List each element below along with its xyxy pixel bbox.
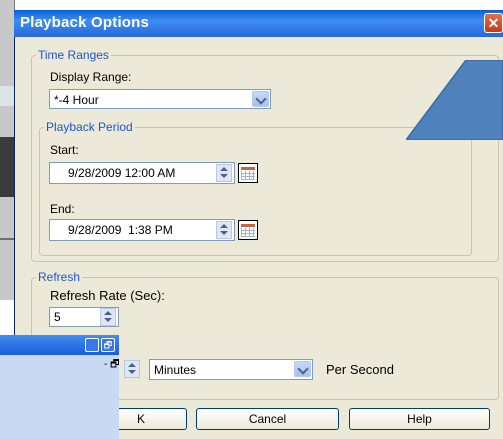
dialog-title: Playback Options xyxy=(20,14,150,31)
spin-up-icon xyxy=(128,363,136,367)
start-datetime-field[interactable]: 9/28/2009 12:00 AM xyxy=(49,162,235,184)
start-calendar-button[interactable] xyxy=(238,163,258,183)
end-datetime-value: 9/28/2009 1:38 PM xyxy=(68,223,173,237)
ok-button-label: K xyxy=(136,412,145,426)
end-calendar-button[interactable] xyxy=(238,220,258,240)
callout-arrow xyxy=(406,60,503,140)
spin-down-icon xyxy=(220,174,228,178)
display-range-select[interactable]: *-4 Hour xyxy=(49,89,271,109)
start-spinner[interactable] xyxy=(216,164,232,182)
cancel-button-label: Cancel xyxy=(248,412,287,426)
overlapping-window-titlebar[interactable]: 🗗 xyxy=(0,335,119,355)
background-app-panel xyxy=(0,137,14,197)
display-range-value: *-4 Hour xyxy=(54,93,99,107)
interval-unit-value: Minutes xyxy=(154,363,197,377)
close-icon: ✕ xyxy=(487,15,500,31)
calendar-grid xyxy=(241,228,255,237)
interval-unit-select[interactable]: Minutes xyxy=(149,359,313,380)
playback-period-legend: Playback Period xyxy=(46,120,133,134)
help-button[interactable]: Help xyxy=(349,408,490,430)
spin-down-icon xyxy=(220,231,228,235)
restore-icon: 🗗 xyxy=(103,340,113,350)
help-button-label: Help xyxy=(407,412,432,426)
calendar-icon xyxy=(241,167,255,170)
time-ranges-legend: Time Ranges xyxy=(38,48,109,62)
end-label: End: xyxy=(50,202,75,216)
start-label: Start: xyxy=(50,143,79,157)
end-datetime-field[interactable]: 9/28/2009 1:38 PM xyxy=(49,219,235,241)
callout-shape xyxy=(406,60,503,140)
calendar-grid xyxy=(241,171,255,180)
background-app-divider xyxy=(0,238,14,240)
display-range-dropdown-button[interactable] xyxy=(252,91,269,107)
background-app-strip xyxy=(0,86,14,106)
chevron-down-icon xyxy=(297,363,309,375)
chevron-down-icon xyxy=(255,93,267,105)
interval-spinner[interactable] xyxy=(124,360,140,378)
display-range-label: Display Range: xyxy=(50,70,132,84)
refresh-rate-spinner[interactable] xyxy=(100,308,116,326)
spin-down-icon xyxy=(128,370,136,374)
refresh-rate-value: 5 xyxy=(54,310,61,324)
per-second-label: Per Second xyxy=(326,362,394,377)
close-button[interactable]: ✕ xyxy=(484,13,503,33)
calendar-icon xyxy=(241,224,255,227)
start-datetime-value: 9/28/2009 12:00 AM xyxy=(68,166,176,180)
overlapping-window-controls: - 🗗 xyxy=(104,359,120,370)
minimize-button[interactable] xyxy=(85,338,99,352)
spin-up-icon xyxy=(104,311,112,315)
restore-button[interactable]: 🗗 xyxy=(101,338,115,352)
cancel-button[interactable]: Cancel xyxy=(196,408,339,430)
refresh-rate-label: Refresh Rate (Sec): xyxy=(50,288,165,303)
spin-down-icon xyxy=(104,318,112,322)
spin-up-icon xyxy=(220,167,228,171)
refresh-legend: Refresh xyxy=(38,270,81,284)
spin-up-icon xyxy=(220,224,228,228)
interval-unit-dropdown-button[interactable] xyxy=(294,361,311,377)
end-spinner[interactable] xyxy=(216,221,232,239)
